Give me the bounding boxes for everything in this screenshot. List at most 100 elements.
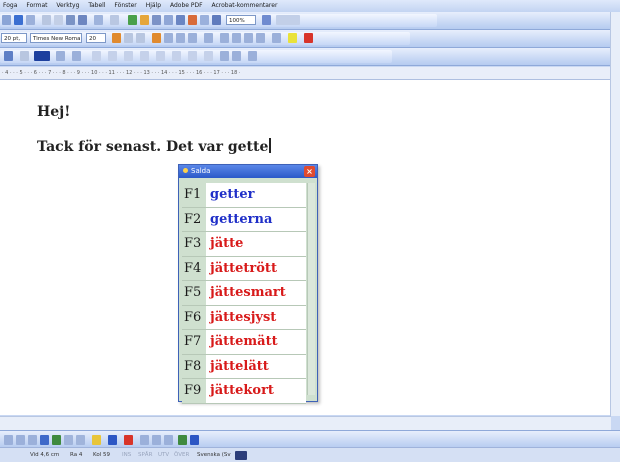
insert-excel-icon[interactable]	[164, 15, 173, 25]
font-select[interactable]: Times New Roman	[30, 33, 82, 43]
picture-icon[interactable]	[76, 435, 85, 445]
status-position: Vid 4,6 cm	[30, 452, 60, 458]
zoom-select[interactable]: 100%	[226, 15, 256, 25]
bullets-icon[interactable]	[232, 33, 241, 43]
document-line-greeting: Hej!	[37, 104, 71, 120]
textbox-icon[interactable]	[28, 435, 37, 445]
suggestion-item[interactable]: F1 getter	[182, 183, 306, 208]
suggestion-item[interactable]: F3 jätte	[182, 232, 306, 257]
3d-icon[interactable]	[190, 435, 199, 445]
sort-descending-icon[interactable]	[232, 51, 241, 61]
diagram-icon[interactable]	[52, 435, 61, 445]
italic-icon[interactable]	[124, 33, 133, 43]
menu-item-tools[interactable]: Verktyg	[56, 2, 79, 9]
eraser-icon[interactable]	[20, 51, 29, 61]
help-icon[interactable]	[262, 15, 271, 25]
menu-item-acrobat-comments[interactable]: Acrobat-kommentarer	[211, 2, 277, 9]
popup-scrollbar[interactable]	[307, 183, 315, 395]
hyperlink-icon[interactable]	[128, 15, 137, 25]
paste-icon[interactable]	[66, 15, 75, 25]
underline-icon[interactable]	[136, 33, 145, 43]
popup-titlebar[interactable]: Salda ×	[179, 165, 317, 178]
fill-color-icon[interactable]	[92, 435, 101, 445]
suggestion-item[interactable]: F6 jättesjyst	[182, 305, 306, 330]
copy-icon[interactable]	[54, 15, 63, 25]
border-icon[interactable]	[56, 51, 65, 61]
menubar: Fogа Format Verktyg Tabell Fönster Hjälp…	[0, 0, 620, 12]
oval-icon[interactable]	[16, 435, 25, 445]
align-center-icon[interactable]	[164, 33, 173, 43]
undo-icon[interactable]	[94, 15, 103, 25]
style-select[interactable]: 20 pt,	[1, 33, 27, 43]
distribute-rows-icon[interactable]	[156, 51, 165, 61]
vertical-scrollbar[interactable]	[610, 12, 620, 416]
dash-style-icon[interactable]	[152, 435, 161, 445]
suggestion-item[interactable]: F8 jättelätt	[182, 354, 306, 379]
rectangle-icon[interactable]	[4, 435, 13, 445]
shading-icon[interactable]	[72, 51, 81, 61]
print-icon[interactable]	[26, 15, 35, 25]
justify-icon[interactable]	[188, 33, 197, 43]
line-spacing-icon[interactable]	[204, 33, 213, 43]
merge-cells-icon[interactable]	[108, 51, 117, 61]
read-icon[interactable]	[276, 15, 300, 25]
increase-indent-icon[interactable]	[256, 33, 265, 43]
drawing-icon[interactable]	[188, 15, 197, 25]
sort-ascending-icon[interactable]	[220, 51, 229, 61]
menu-item-table[interactable]: Tabell	[88, 2, 105, 9]
menu-item-help[interactable]: Hjälp	[146, 2, 161, 9]
font-color-icon[interactable]	[124, 435, 133, 445]
borders-icon[interactable]	[272, 33, 281, 43]
columns-icon[interactable]	[176, 15, 185, 25]
suggestion-item[interactable]: F9 jättekort	[182, 379, 306, 404]
align-icon[interactable]	[140, 51, 149, 61]
show-hide-icon[interactable]	[212, 15, 221, 25]
arrow-style-icon[interactable]	[164, 435, 173, 445]
suggestion-item[interactable]: F5 jättesmart	[182, 281, 306, 306]
font-color-icon[interactable]	[304, 33, 313, 43]
tables-icon[interactable]	[140, 15, 149, 25]
spelling-status-icon[interactable]	[235, 451, 247, 460]
save-icon[interactable]	[14, 15, 23, 25]
line-style-icon[interactable]	[34, 51, 50, 61]
decrease-indent-icon[interactable]	[244, 33, 253, 43]
autoformat-icon[interactable]	[188, 51, 197, 61]
text-direction-icon[interactable]	[204, 51, 213, 61]
align-left-icon[interactable]	[152, 33, 161, 43]
shadow-icon[interactable]	[178, 435, 187, 445]
font-size-select[interactable]: 20	[86, 33, 106, 43]
wordart-icon[interactable]	[40, 435, 49, 445]
menu-item[interactable]: Fogа	[3, 2, 17, 9]
horizontal-scrollbar[interactable]	[0, 416, 611, 430]
split-cells-icon[interactable]	[124, 51, 133, 61]
menu-item-format[interactable]: Format	[26, 2, 47, 9]
close-icon[interactable]: ×	[304, 166, 315, 177]
status-extend[interactable]: UTV	[158, 448, 169, 462]
autosum-icon[interactable]	[248, 51, 257, 61]
align-right-icon[interactable]	[176, 33, 185, 43]
suggestion-item[interactable]: F4 jättetrött	[182, 256, 306, 281]
status-ins[interactable]: INS	[122, 448, 131, 462]
clipart-icon[interactable]	[64, 435, 73, 445]
highlight-icon[interactable]	[288, 33, 297, 43]
redo-icon[interactable]	[110, 15, 119, 25]
status-track[interactable]: SPÅR	[138, 448, 152, 462]
menu-item-window[interactable]: Fönster	[114, 2, 136, 9]
format-painter-icon[interactable]	[78, 15, 87, 25]
suggestion-item[interactable]: F7 jättemätt	[182, 330, 306, 355]
menu-item-adobe-pdf[interactable]: Adobe PDF	[170, 2, 203, 9]
insert-table-icon[interactable]	[92, 51, 101, 61]
line-color-icon[interactable]	[108, 435, 117, 445]
insert-table-icon[interactable]	[152, 15, 161, 25]
suggestion-item[interactable]: F2 getterna	[182, 207, 306, 232]
status-overtype[interactable]: ÖVER	[174, 448, 189, 462]
open-icon[interactable]	[2, 15, 11, 25]
line-style-icon[interactable]	[140, 435, 149, 445]
bold-icon[interactable]	[112, 33, 121, 43]
draw-table-icon[interactable]	[4, 51, 13, 61]
horizontal-ruler[interactable]: · 4 · · · 5 · · · 6 · · · 7 · · · 8 · · …	[0, 67, 620, 80]
numbering-icon[interactable]	[220, 33, 229, 43]
cut-icon[interactable]	[42, 15, 51, 25]
document-map-icon[interactable]	[200, 15, 209, 25]
distribute-columns-icon[interactable]	[172, 51, 181, 61]
